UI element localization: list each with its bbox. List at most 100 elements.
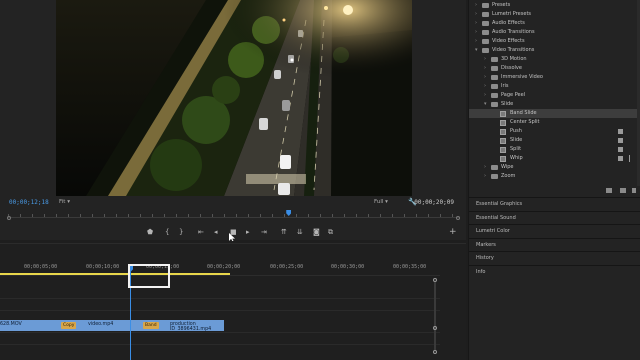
effect-item[interactable]: Push (469, 127, 640, 136)
highlight-box (128, 264, 170, 288)
effects-panel: › Presets › Lumetri Presets › Audio Effects › A… (468, 0, 640, 360)
scroll-handle-middle[interactable] (433, 326, 437, 330)
chevron-right-icon[interactable]: › (475, 10, 477, 19)
timeline-vertical-scrollbar[interactable] (434, 282, 436, 350)
effect-item[interactable]: Whip (469, 154, 640, 163)
new-folder-icon[interactable] (606, 188, 612, 193)
chevron-right-icon[interactable]: › (484, 55, 486, 64)
ruler-tick (224, 214, 225, 217)
ruler-label: 00;00;35;00 (393, 264, 427, 270)
chevron-right-icon[interactable]: › (475, 37, 477, 46)
ruler-tick (296, 214, 297, 217)
current-timecode[interactable]: 00;00;12;18 (9, 199, 49, 206)
ruler-tick (212, 214, 213, 217)
extract-icon[interactable]: ⇊ (297, 226, 303, 238)
ruler-label: 00;00;10;00 (86, 264, 120, 270)
track-divider (0, 344, 440, 345)
folder-icon (491, 84, 498, 89)
panel-section[interactable]: Lumetri Color (469, 224, 640, 237)
folder-icon (491, 93, 498, 98)
ruler-tick (272, 214, 273, 217)
scroll-handle-top[interactable] (433, 278, 437, 282)
chevron-right-icon[interactable]: › (484, 91, 486, 100)
chevron-right-icon[interactable]: › (475, 28, 477, 37)
effect-item[interactable]: Split (469, 145, 640, 154)
transition-badge[interactable]: Band (143, 322, 159, 329)
ruler-tick (368, 214, 369, 217)
accelerated-effect-icon (618, 137, 623, 143)
transition-badge[interactable]: Copy (61, 322, 77, 329)
resolution-select[interactable]: Full ▾ (374, 199, 388, 205)
video-track-clips[interactable]: 628.MOV Copy video.mp4 Band production I… (0, 320, 224, 332)
ruler-tick (452, 214, 453, 217)
tree-item-label: Iris (501, 83, 509, 89)
folder-icon (482, 48, 489, 53)
effect-item[interactable]: Center Split (469, 118, 640, 127)
tree-item-label: Audio Transitions (492, 29, 535, 35)
ruler-tick (416, 214, 417, 217)
in-point-icon[interactable]: { (165, 226, 169, 238)
go-to-out-icon[interactable]: ⇥ (261, 226, 267, 238)
ruler-tick (68, 214, 69, 217)
step-forward-icon[interactable]: ▸ (246, 226, 250, 238)
clip-label[interactable]: 628.MOV (0, 322, 22, 327)
chevron-right-icon[interactable]: › (475, 1, 477, 10)
effects-folder[interactable]: › Dissolve (469, 64, 640, 73)
clip-label[interactable]: video.mp4 (88, 322, 113, 327)
effects-folder[interactable]: › 3D Motion (469, 55, 640, 64)
chevron-right-icon[interactable]: › (484, 73, 486, 82)
scroll-handle-right[interactable] (456, 216, 460, 220)
chevron-right-icon[interactable]: › (484, 172, 486, 181)
add-button-icon[interactable]: + (449, 226, 457, 238)
effects-folder[interactable]: › Presets (469, 1, 640, 10)
clip-label[interactable]: production ID_3896431.mp4 (170, 322, 224, 332)
transition-effect-icon (500, 119, 506, 126)
ruler-tick (380, 214, 381, 217)
tree-item-label: Whip (510, 155, 523, 161)
chevron-right-icon[interactable]: › (475, 19, 477, 28)
step-back-icon[interactable]: ◂ (214, 226, 218, 238)
comparison-view-icon[interactable]: ⧉ (328, 226, 333, 238)
ruler-tick (440, 214, 441, 217)
panel-section[interactable]: Essential Sound (469, 210, 640, 224)
effects-folder[interactable]: › Immersive Video (469, 73, 640, 82)
panel-section[interactable]: Markers (469, 237, 640, 251)
chevron-down-icon[interactable]: ▾ (484, 100, 487, 109)
folder-icon (491, 75, 498, 80)
chevron-right-icon[interactable]: › (484, 82, 486, 91)
zoom-level-select[interactable]: Fit ▾ (59, 199, 70, 205)
panel-section[interactable]: Essential Graphics (469, 197, 640, 210)
marker-icon[interactable]: ⬟ (147, 226, 153, 238)
accelerated-effect-icon (618, 128, 623, 134)
program-monitor: 00;00;12;18 Fit ▾ Full ▾ 🔧 00;00;20;09 ⬟… (0, 0, 466, 240)
effects-folder[interactable]: › Audio Effects (469, 19, 640, 28)
effects-folder[interactable]: › Iris (469, 82, 640, 91)
scroll-handle-left[interactable] (7, 216, 11, 220)
effects-folder[interactable]: › Lumetri Presets (469, 10, 640, 19)
effects-folder[interactable]: › Page Peel (469, 91, 640, 100)
effects-folder[interactable]: ▾ Slide (469, 100, 640, 109)
monitor-time-ruler[interactable] (8, 210, 460, 218)
lift-icon[interactable]: ⇈ (281, 226, 287, 238)
panel-section[interactable]: Info (469, 264, 640, 278)
tree-item-label: Video Effects (492, 38, 525, 44)
transport-controls: ⬟ { } ⇤ ◂ ■ ▸ ⇥ ⇈ ⇊ ◙ ⧉ + (0, 226, 466, 238)
effects-folder[interactable]: › Wipe (469, 163, 640, 172)
out-point-icon[interactable]: } (179, 226, 183, 238)
effects-folder[interactable]: ▾ Video Transitions (469, 46, 640, 55)
effect-item[interactable]: Band Slide (469, 109, 640, 118)
ruler-tick (44, 214, 45, 217)
scroll-handle-bottom[interactable] (433, 350, 437, 354)
go-to-in-icon[interactable]: ⇤ (198, 226, 204, 238)
effects-folder[interactable]: › Video Effects (469, 37, 640, 46)
panel-section[interactable]: History (469, 251, 640, 264)
effects-folder[interactable]: › Zoom (469, 172, 640, 181)
chevron-right-icon[interactable]: › (484, 163, 486, 172)
delete-icon[interactable] (632, 188, 636, 193)
export-frame-icon[interactable]: ◙ (313, 226, 320, 238)
effects-folder[interactable]: › Audio Transitions (469, 28, 640, 37)
new-item-icon[interactable] (620, 188, 626, 193)
effect-item[interactable]: Slide (469, 136, 640, 145)
chevron-right-icon[interactable]: › (484, 64, 486, 73)
chevron-down-icon[interactable]: ▾ (475, 46, 478, 55)
